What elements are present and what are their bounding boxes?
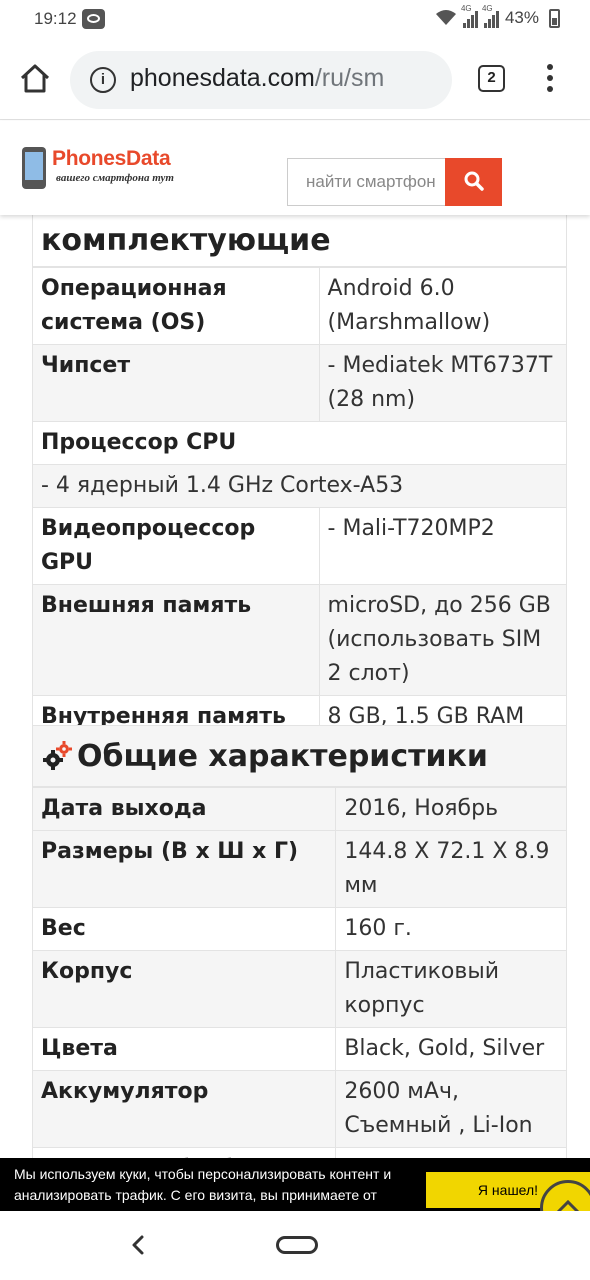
spec-value: Android 6.0 (Marshmallow): [318, 267, 568, 345]
signal-icon-2: 4G: [482, 4, 499, 28]
system-nav-bar: [0, 1211, 590, 1280]
back-icon[interactable]: [124, 1231, 152, 1259]
spec-label: Процессор CPU: [32, 421, 567, 465]
table-row: - 4 ядерный 1.4 GHz Cortex-A53: [32, 464, 567, 508]
wifi-icon: [435, 10, 456, 25]
url-text[interactable]: phonesdata.com/ru/sm: [130, 64, 384, 93]
general-section: Общие характеристики Дата выхода 2016, Н…: [31, 725, 567, 1191]
info-icon[interactable]: i: [90, 67, 116, 93]
cookie-banner: Мы используем куки, чтобы персонализиров…: [0, 1158, 590, 1211]
spec-label: Операционная система (OS): [32, 267, 320, 345]
table-row: Чипсет - Mediatek MT6737T (28 nm): [32, 344, 568, 422]
status-time: 19:12: [34, 9, 77, 28]
table-row: Внешняя память microSD, до 256 GB (испол…: [32, 584, 568, 696]
address-bar[interactable]: i phonesdata.com/ru/sm: [70, 51, 452, 109]
tab-switcher-button[interactable]: 2: [478, 65, 505, 92]
general-heading: Общие характеристики: [77, 738, 488, 774]
table-row: Цвета Black, Gold, Silver: [31, 1027, 567, 1071]
spec-label: Дата выхода: [31, 787, 337, 831]
spec-value: - Mali-T720MP2: [318, 507, 568, 585]
spec-value: Пластиковый корпус: [335, 950, 567, 1028]
spec-label: Аккумулятор: [31, 1070, 337, 1148]
logo-title[interactable]: PhonesData: [52, 147, 171, 171]
table-row: Дата выхода 2016, Ноябрь: [31, 787, 567, 831]
logo-subtitle: вашего смартфона тут: [56, 172, 174, 184]
search-input[interactable]: [287, 158, 445, 206]
spec-value: microSD, до 256 GB (использовать SIM 2 с…: [318, 584, 568, 696]
spec-label: Вес: [31, 907, 337, 951]
general-table: Дата выхода 2016, Ноябрь Размеры (В x Ш …: [31, 787, 567, 1191]
more-menu-icon[interactable]: [540, 64, 560, 96]
spec-label: Чипсет: [32, 344, 320, 422]
signal-icon-1: 4G: [461, 4, 478, 28]
spec-value: Black, Gold, Silver: [335, 1027, 567, 1071]
site-header: PhonesData вашего смартфона тут: [0, 121, 590, 215]
notification-app-icon: [82, 9, 105, 29]
spec-label: Цвета: [31, 1027, 337, 1071]
status-bar: 19:12 4G 4G 43%: [0, 0, 590, 40]
table-row: Корпус Пластиковый корпус: [31, 950, 567, 1028]
search-icon: [464, 171, 484, 191]
home-icon[interactable]: [18, 62, 52, 96]
table-row: Видеопроцессор GPU - Mali-T720MP2: [32, 507, 568, 585]
spec-value: 2600 мАч, Съемный , Li-Ion: [335, 1070, 567, 1148]
general-heading-bar: Общие характеристики: [32, 725, 567, 787]
components-heading: комплектующие: [32, 215, 567, 267]
table-row: Размеры (В x Ш x Г) 144.8 X 72.1 X 8.9 м…: [31, 830, 567, 908]
home-pill-button[interactable]: [276, 1236, 318, 1254]
spec-value: - 4 ядерный 1.4 GHz Cortex-A53: [32, 464, 567, 508]
table-row: Операционная система (OS) Android 6.0 (M…: [32, 267, 568, 345]
url-path: /ru/sm: [314, 64, 385, 92]
status-indicators: 4G 4G 43%: [435, 4, 560, 28]
spec-value: 144.8 X 72.1 X 8.9 мм: [335, 830, 567, 908]
gears-icon: [43, 741, 72, 770]
spec-value: 160 г.: [335, 907, 567, 951]
components-section: комплектующие Операционная система (OS) …: [32, 215, 568, 739]
search-button[interactable]: [445, 158, 502, 206]
table-row: Аккумулятор 2600 мАч, Съемный , Li-Ion: [31, 1070, 567, 1148]
spec-value: - Mediatek MT6737T (28 nm): [318, 344, 568, 422]
spec-label: Внешняя память: [32, 584, 320, 696]
spec-value: 2016, Ноябрь: [335, 787, 567, 831]
components-table: Операционная система (OS) Android 6.0 (M…: [32, 267, 568, 739]
logo-phone-icon[interactable]: [22, 147, 46, 189]
table-row: Процессор CPU: [32, 421, 567, 465]
spec-label: Корпус: [31, 950, 337, 1028]
spec-label: Видеопроцессор GPU: [32, 507, 320, 585]
cookie-text: Мы используем куки, чтобы персонализиров…: [14, 1166, 392, 1203]
spec-label: Размеры (В x Ш x Г): [31, 830, 337, 908]
browser-toolbar: i phonesdata.com/ru/sm 2: [0, 40, 590, 120]
battery-percent: 43%: [504, 8, 539, 27]
url-host: phonesdata.com: [130, 64, 315, 92]
battery-icon: [549, 8, 560, 28]
table-row: Вес 160 г.: [31, 907, 567, 951]
